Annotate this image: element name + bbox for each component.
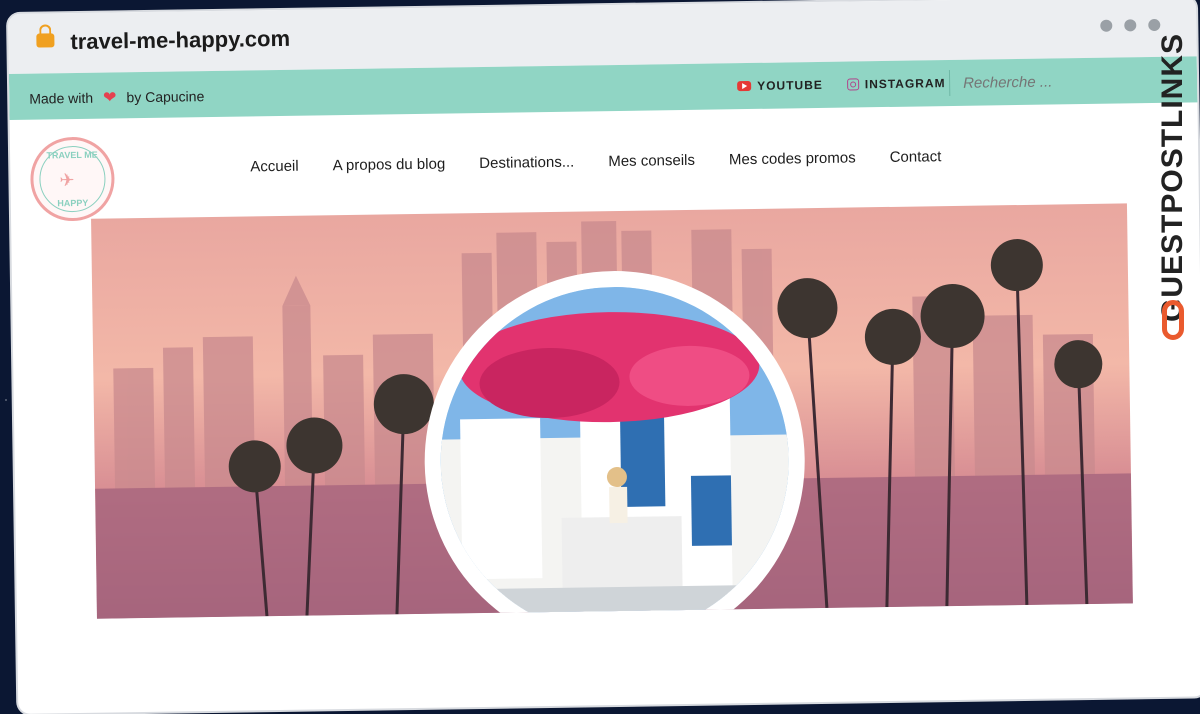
youtube-icon[interactable] <box>737 80 752 92</box>
made-with-credit: Made with ❤ by Capucine <box>29 86 204 109</box>
author-credit: by Capucine <box>126 88 205 106</box>
guestpostlinks-watermark: GUESTPOSTLINKS <box>1156 33 1194 360</box>
nav-item-a-propos[interactable]: A propos du blog <box>333 156 446 175</box>
site-header: TRAVEL ME ✈ HAPPY Accueil A propos du bl… <box>10 102 1199 222</box>
link-icon <box>1162 300 1184 340</box>
main-nav: Accueil A propos du blog Destinations...… <box>250 148 941 175</box>
nav-item-destinations[interactable]: Destinations... <box>479 154 574 172</box>
nav-item-accueil[interactable]: Accueil <box>250 158 299 176</box>
site-logo[interactable]: TRAVEL ME ✈ HAPPY <box>29 136 116 222</box>
window-dot-icon[interactable] <box>1100 19 1113 32</box>
browser-window: travel-me-happy.com Made with ❤ by Capucin… <box>8 0 1200 714</box>
plane-icon: ✈ <box>59 170 75 191</box>
watermark-text: GUESTPOSTLINKS <box>1156 32 1189 322</box>
youtube-link[interactable]: YOUTUBE <box>757 78 823 93</box>
profile-photo <box>438 284 792 619</box>
window-dot-icon[interactable] <box>1148 18 1161 32</box>
instagram-link[interactable]: INSTAGRAM <box>865 76 946 91</box>
heart-icon: ❤ <box>102 89 117 107</box>
address-bar-url[interactable]: travel-me-happy.com <box>70 26 290 55</box>
window-controls <box>1100 18 1161 32</box>
instagram-icon[interactable] <box>846 78 859 91</box>
logo-bottom-text: HAPPY <box>57 197 89 209</box>
social-links: YOUTUBE INSTAGRAM <box>737 76 946 93</box>
nav-item-codes-promos[interactable]: Mes codes promos <box>729 149 856 168</box>
santorini-photo-illustration <box>438 284 792 619</box>
topbar-divider <box>948 70 951 97</box>
nav-item-contact[interactable]: Contact <box>890 148 942 166</box>
made-with-label: Made with <box>29 89 94 107</box>
nav-item-conseils[interactable]: Mes conseils <box>608 152 695 170</box>
lock-icon <box>36 33 55 48</box>
profile-photo-frame <box>421 268 808 619</box>
window-dot-icon[interactable] <box>1124 19 1137 32</box>
logo-top-text: TRAVEL ME <box>46 149 98 161</box>
search-input[interactable] <box>960 71 1146 93</box>
hero-banner <box>91 203 1133 619</box>
